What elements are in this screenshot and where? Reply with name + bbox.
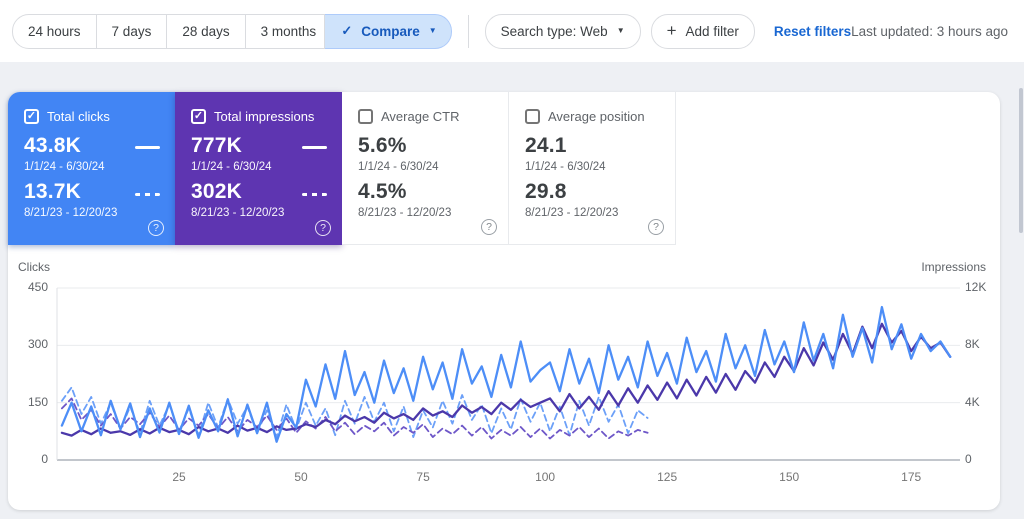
axis-tick: 150 <box>27 394 48 409</box>
toolbar-divider <box>467 14 469 48</box>
right-axis-title: Impressions <box>921 260 986 274</box>
current-date-range: 1/1/24 - 6/30/24 <box>191 161 272 173</box>
axis-tick: 4K <box>965 394 980 409</box>
axis-tick: 0 <box>41 452 48 466</box>
help-icon[interactable]: ? <box>315 220 331 236</box>
previous-value: 29.8 <box>525 180 567 203</box>
total-clicks-checkbox[interactable]: ✓ <box>24 108 39 124</box>
card-label: Average position <box>548 108 645 124</box>
add-filter-button[interactable]: + Add filter <box>650 13 755 49</box>
axis-tick: 300 <box>27 337 48 352</box>
current-value: 5.6% <box>358 134 407 157</box>
average-ctr-checkbox[interactable]: ✓ <box>358 108 373 124</box>
average-ctr-card[interactable]: ✓ Average CTR 5.6% 1/1/24 - 6/30/24 4.5%… <box>342 92 509 245</box>
reset-filters-link[interactable]: Reset filters <box>774 24 851 39</box>
current-date-range: 1/1/24 - 6/30/24 <box>525 161 606 173</box>
dashed-line-legend-icon <box>135 193 160 196</box>
previous-date-range: 8/21/23 - 12/20/23 <box>191 207 285 219</box>
axis-tick: 0 <box>965 452 972 466</box>
last-updated-text: Last updated: 3 hours ago <box>851 23 1008 39</box>
axis-tick: 175 <box>901 470 922 484</box>
performance-panel: ✓ Total clicks 43.8K 1/1/24 - 6/30/24 13… <box>8 92 1000 510</box>
help-icon[interactable]: ? <box>648 219 664 235</box>
metric-cards-row: ✓ Total clicks 43.8K 1/1/24 - 6/30/24 13… <box>8 92 1000 245</box>
axis-tick: 100 <box>535 470 556 484</box>
current-date-range: 1/1/24 - 6/30/24 <box>358 161 439 173</box>
total-impressions-card[interactable]: ✓ Total impressions 777K 1/1/24 - 6/30/2… <box>175 92 342 245</box>
total-clicks-card[interactable]: ✓ Total clicks 43.8K 1/1/24 - 6/30/24 13… <box>8 92 175 245</box>
card-label: Total clicks <box>47 108 110 124</box>
date-range-group: 24 hours 7 days 28 days 3 months <box>12 13 326 49</box>
current-value: 24.1 <box>525 134 567 157</box>
axis-tick: 125 <box>657 470 678 484</box>
average-position-card[interactable]: ✓ Average position 24.1 1/1/24 - 6/30/24… <box>509 92 676 245</box>
axis-tick: 450 <box>27 280 48 294</box>
date-range-3-months[interactable]: 3 months <box>246 15 325 48</box>
dashed-line-legend-icon <box>302 193 327 196</box>
traffic-chart[interactable] <box>8 280 1000 476</box>
solid-line-legend-icon <box>135 146 160 149</box>
search-console-performance-page: 24 hours 7 days 28 days 3 months ✓ Compa… <box>0 0 1024 519</box>
compare-button[interactable]: ✓ Compare ▼ <box>325 13 452 49</box>
date-range-7-days[interactable]: 7 days <box>97 14 168 48</box>
date-range-24-hours[interactable]: 24 hours <box>13 14 97 48</box>
card-label: Average CTR <box>381 108 460 124</box>
previous-date-range: 8/21/23 - 12/20/23 <box>24 207 118 219</box>
card-label: Total impressions <box>214 108 315 124</box>
solid-line-legend-icon <box>302 146 327 149</box>
axis-tick: 75 <box>416 470 430 484</box>
axis-tick: 150 <box>779 470 800 484</box>
previous-value: 302K <box>191 180 243 203</box>
check-icon: ✓ <box>341 23 353 38</box>
total-impressions-checkbox[interactable]: ✓ <box>191 108 206 124</box>
page-scrollbar[interactable] <box>1019 88 1023 233</box>
traffic-chart-area: Clicks Impressions 450 300 150 0 12K 8K 4K 0 25 5… <box>8 252 1000 510</box>
average-position-checkbox[interactable]: ✓ <box>525 108 540 124</box>
axis-tick: 25 <box>172 470 186 484</box>
axis-tick: 12K <box>965 280 987 294</box>
previous-value: 4.5% <box>358 180 407 203</box>
help-icon[interactable]: ? <box>148 220 164 236</box>
previous-date-range: 8/21/23 - 12/20/23 <box>525 207 619 219</box>
current-date-range: 1/1/24 - 6/30/24 <box>24 161 105 173</box>
axis-tick: 50 <box>294 470 308 484</box>
help-icon[interactable]: ? <box>481 219 497 235</box>
check-icon: ✓ <box>193 109 204 122</box>
left-axis-title: Clicks <box>18 260 50 274</box>
filter-toolbar: 24 hours 7 days 28 days 3 months ✓ Compa… <box>0 0 1024 62</box>
previous-value: 13.7K <box>24 180 82 203</box>
add-filter-label: Add filter <box>685 23 739 39</box>
search-type-dropdown[interactable]: Search type: Web ▼ <box>484 13 641 49</box>
caret-down-icon: ▼ <box>616 26 625 35</box>
search-type-label: Search type: Web <box>500 23 608 39</box>
caret-down-icon: ▼ <box>428 26 437 35</box>
previous-date-range: 8/21/23 - 12/20/23 <box>358 207 452 219</box>
compare-label: Compare <box>361 23 420 39</box>
date-range-28-days[interactable]: 28 days <box>167 14 246 48</box>
axis-tick: 8K <box>965 337 980 352</box>
chart-line-clicks-1-1-24-6-30-24 <box>60 305 952 443</box>
plus-icon: + <box>666 21 677 40</box>
check-icon: ✓ <box>26 109 37 122</box>
